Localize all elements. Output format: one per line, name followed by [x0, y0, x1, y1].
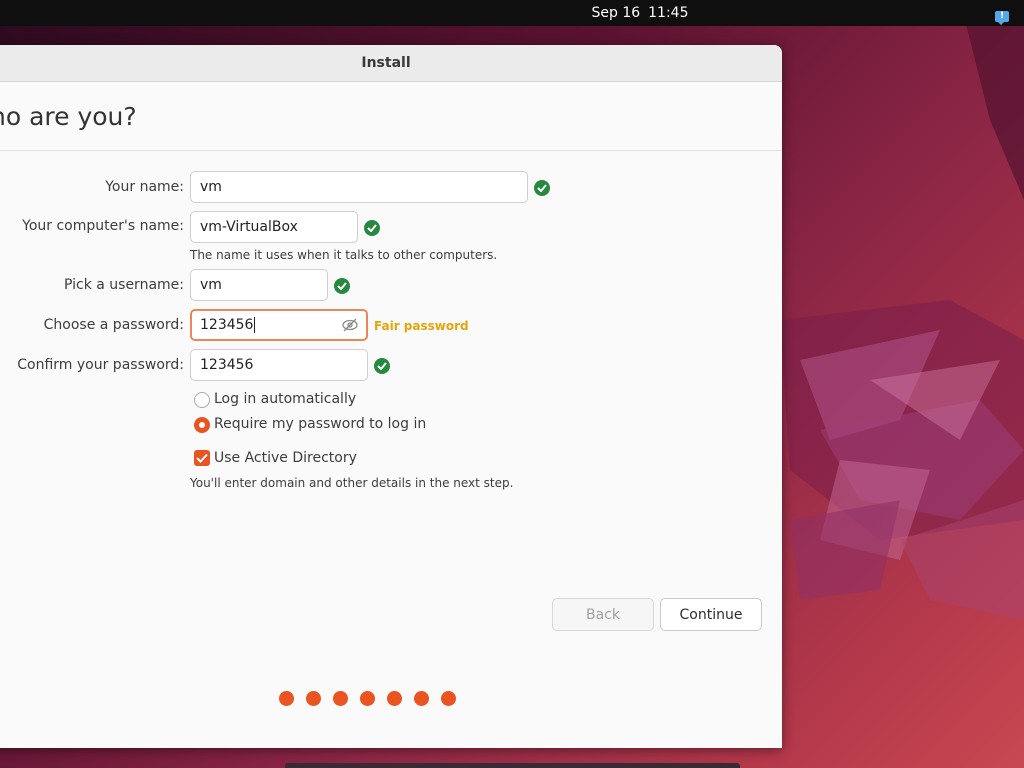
username-valid-check-icon [334, 278, 350, 294]
clock[interactable]: Sep 16 11:45 [0, 5, 1024, 21]
computer-name-value: vm-VirtualBox [200, 219, 298, 235]
require-password-label[interactable]: Require my password to log in [214, 416, 426, 432]
clock-time: 11:45 [648, 5, 689, 21]
accessibility-notification-icon[interactable]: ! [995, 11, 1009, 25]
password-label: Choose a password: [43, 317, 184, 333]
username-label: Pick a username: [63, 277, 184, 293]
password-field[interactable]: 123456 [190, 309, 368, 341]
confirm-password-value: 123456 [200, 357, 254, 373]
page-title: ho are you? [0, 102, 137, 131]
progress-dot [306, 691, 321, 706]
text-caret [254, 317, 256, 333]
progress-dot [441, 691, 456, 706]
computer-name-label: Your computer's name: [22, 218, 184, 234]
username-field[interactable]: vm [190, 269, 328, 301]
confirm-password-field[interactable]: 123456 [190, 349, 368, 381]
continue-button[interactable]: Continue [660, 598, 762, 631]
active-directory-checkbox[interactable] [194, 450, 210, 466]
window-titlebar: Install [0, 45, 782, 82]
name-label: Your name: [105, 179, 184, 195]
computer-name-valid-check-icon [364, 220, 380, 236]
show-password-icon[interactable] [342, 317, 358, 333]
computer-name-hint: The name it uses when it talks to other … [190, 248, 498, 262]
username-value: vm [200, 277, 222, 293]
installer-window: Install ho are you? Your name: vm Your c… [0, 45, 782, 748]
name-value: vm [200, 179, 222, 195]
active-directory-label[interactable]: Use Active Directory [214, 450, 357, 466]
progress-dot [414, 691, 429, 706]
confirm-password-label: Confirm your password: [17, 357, 184, 373]
progress-dot [279, 691, 294, 706]
name-valid-check-icon [534, 180, 550, 196]
radio-require-password[interactable] [194, 417, 210, 433]
progress-dot [333, 691, 348, 706]
back-button[interactable]: Back [552, 598, 654, 631]
name-field[interactable]: vm [190, 171, 528, 203]
confirm-password-valid-check-icon [374, 358, 390, 374]
top-bar: Sep 16 11:45 ! [0, 0, 1024, 26]
active-directory-hint: You'll enter domain and other details in… [190, 476, 514, 490]
clock-date: Sep 16 [591, 5, 641, 21]
radio-log-in-automatically[interactable] [194, 392, 210, 408]
progress-dot [387, 691, 402, 706]
computer-name-field[interactable]: vm-VirtualBox [190, 211, 358, 243]
password-strength: Fair password [374, 319, 469, 333]
password-value: 123456 [200, 317, 254, 333]
log-in-automatically-label[interactable]: Log in automatically [214, 391, 356, 407]
progress-dot [360, 691, 375, 706]
dock-edge [285, 763, 740, 768]
divider [0, 150, 782, 151]
